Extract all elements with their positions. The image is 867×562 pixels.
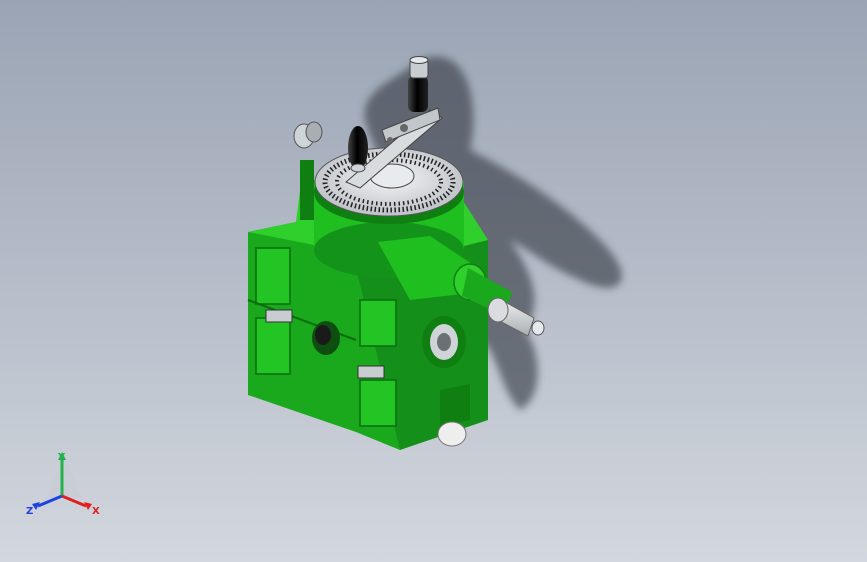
side-knob[interactable] xyxy=(293,121,323,149)
graphics-viewport[interactable]: Y X Z xyxy=(0,0,867,562)
axis-triad: Y X Z xyxy=(26,452,100,517)
z-axis-label: Z xyxy=(26,506,33,517)
y-axis-label: Y xyxy=(57,452,66,463)
model-view[interactable] xyxy=(0,0,867,562)
handle-right[interactable] xyxy=(408,56,429,113)
x-axis-label: X xyxy=(92,506,100,517)
